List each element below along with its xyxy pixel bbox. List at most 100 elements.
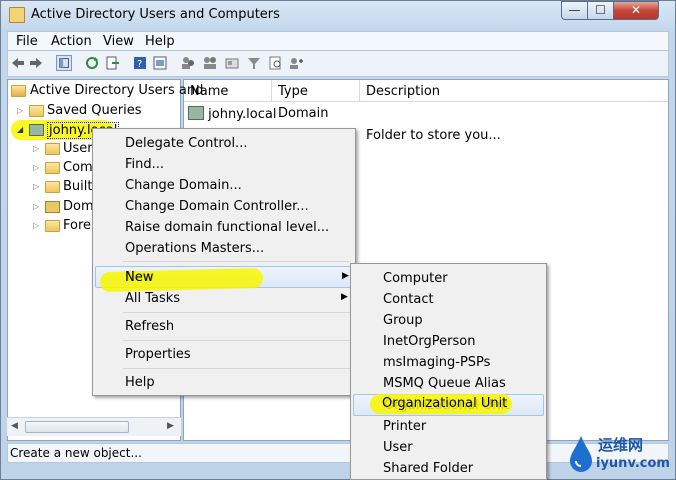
new-group-icon[interactable]	[202, 55, 218, 71]
tree-item-domain-controllers-label: Dom	[63, 199, 94, 214]
menu-item-label: Delegate Control...	[125, 136, 248, 151]
tree-horizontal-scrollbar[interactable]: ◀ ▶	[7, 417, 181, 436]
help-icon[interactable]: ?	[132, 55, 148, 71]
menu-item-find[interactable]: Find...	[95, 154, 353, 175]
expand-icon[interactable]: ▷	[17, 106, 25, 115]
ou-icon	[45, 201, 60, 213]
domain-icon	[188, 106, 204, 120]
column-type[interactable]: Type	[272, 80, 360, 102]
menu-view[interactable]: View	[103, 34, 134, 49]
expand-icon[interactable]: ▷	[33, 163, 41, 172]
toolbar: ?	[7, 51, 669, 77]
separator	[123, 261, 351, 262]
menu-item-label: Contact	[383, 292, 434, 307]
tree-item-root-label: Active Directory Users and	[30, 83, 204, 98]
folder-icon	[45, 162, 60, 174]
expand-icon[interactable]: ▷	[33, 182, 41, 191]
refresh-icon[interactable]	[84, 55, 100, 71]
menu-help[interactable]: Help	[145, 34, 175, 49]
list-cell-description: Folder to store you...	[366, 128, 501, 143]
expand-icon[interactable]: ▷	[33, 144, 41, 153]
find-icon[interactable]	[268, 55, 284, 71]
menu-item-label: Group	[383, 313, 423, 328]
context-menu: Delegate Control... Find... Change Domai…	[92, 128, 356, 396]
submenu-item-computer[interactable]: Computer	[353, 268, 544, 289]
scroll-left-icon[interactable]: ◀	[11, 421, 18, 431]
menu-item-label: InetOrgPerson	[383, 334, 476, 349]
export-list-icon[interactable]	[104, 55, 120, 71]
scroll-right-icon[interactable]: ▶	[167, 421, 174, 431]
menu-item-label: All Tasks	[125, 291, 181, 306]
list-cell-name: johny.local	[208, 107, 277, 122]
show-tree-icon[interactable]	[56, 55, 72, 71]
add-to-group-icon[interactable]	[288, 55, 304, 71]
tree-item-builtin[interactable]: ▷ Builti	[33, 178, 96, 196]
list-row-domain[interactable]: johny.local	[188, 106, 276, 122]
new-ou-icon[interactable]	[224, 55, 240, 71]
menu-item-label: Refresh	[125, 319, 175, 334]
menu-item-label: MSMQ Queue Alias	[383, 376, 506, 391]
menu-item-label: Properties	[125, 347, 191, 362]
menu-item-refresh[interactable]: Refresh	[95, 316, 353, 337]
submenu-item-msimaging[interactable]: msImaging-PSPs	[353, 352, 544, 373]
maximize-button[interactable]: ☐	[587, 1, 614, 20]
scroll-thumb[interactable]	[25, 421, 129, 433]
tree-item-saved-queries[interactable]: ▷ Saved Queries	[17, 102, 177, 120]
submenu-arrow-icon: ▶	[341, 292, 348, 302]
menu-item-label: Find...	[125, 157, 165, 172]
console-icon[interactable]	[152, 55, 168, 71]
folder-icon	[45, 220, 60, 232]
watermark-text-cn: 运维网	[598, 436, 644, 454]
menu-item-label: Raise domain functional level...	[125, 220, 330, 235]
tree-item-users[interactable]: ▷ Users	[33, 140, 99, 158]
collapse-icon[interactable]: ◢	[17, 125, 25, 134]
submenu-item-printer[interactable]: Printer	[353, 416, 544, 437]
menu-item-delegate-control[interactable]: Delegate Control...	[95, 133, 353, 154]
submenu-item-user[interactable]: User	[353, 437, 544, 458]
tree-item-domain-controllers[interactable]: ▷ Dom	[33, 198, 95, 216]
new-user-icon[interactable]	[180, 55, 196, 71]
menu-item-change-domain[interactable]: Change Domain...	[95, 175, 353, 196]
svg-text:?: ?	[137, 59, 142, 70]
column-description[interactable]: Description	[360, 80, 668, 102]
tree-item-computers[interactable]: ▷ Comp	[33, 159, 101, 177]
forward-icon[interactable]	[28, 55, 44, 71]
watermark-logo: 运维网 iyunv.com	[566, 432, 670, 476]
tree-item-saved-queries-label: Saved Queries	[47, 103, 142, 118]
menu-item-change-dc[interactable]: Change Domain Controller...	[95, 196, 353, 217]
menu-file[interactable]: File	[16, 34, 38, 49]
submenu-item-group[interactable]: Group	[353, 310, 544, 331]
menu-item-label: msImaging-PSPs	[383, 355, 491, 370]
expand-icon[interactable]: ▷	[33, 202, 41, 211]
title-bar[interactable]: Active Directory Users and Computers — ☐…	[1, 1, 676, 29]
menu-item-label: Shared Folder	[383, 461, 474, 476]
tree-item-foreign-security-label: Forei	[63, 218, 95, 233]
submenu-item-contact[interactable]: Contact	[353, 289, 544, 310]
aduc-icon	[11, 85, 26, 97]
folder-icon	[45, 143, 60, 155]
expand-icon[interactable]: ▷	[33, 221, 41, 230]
tree-item-foreign-security[interactable]: ▷ Forei	[33, 217, 95, 235]
minimize-button[interactable]: —	[561, 1, 588, 20]
drop-logo-icon	[570, 436, 592, 472]
close-button[interactable]: ✕	[613, 1, 659, 20]
filter-icon[interactable]	[246, 55, 262, 71]
menu-item-properties[interactable]: Properties	[95, 344, 353, 365]
menu-item-label: User	[383, 440, 413, 455]
menu-item-operations-masters[interactable]: Operations Masters...	[95, 238, 353, 259]
submenu-item-shared-folder[interactable]: Shared Folder	[353, 458, 544, 479]
menu-item-label: Change Domain Controller...	[125, 199, 309, 214]
app-icon	[9, 7, 25, 23]
menu-item-label: Printer	[383, 419, 427, 434]
submenu-item-inetorgperson[interactable]: InetOrgPerson	[353, 331, 544, 352]
submenu-item-ou-label: Organizational Unit	[382, 396, 508, 411]
menu-item-label: Change Domain...	[125, 178, 242, 193]
submenu-item-msmq[interactable]: MSMQ Queue Alias	[353, 373, 544, 394]
separator	[123, 312, 351, 313]
menu-action[interactable]: Action	[51, 34, 92, 49]
menu-item-raise-level[interactable]: Raise domain functional level...	[95, 217, 353, 238]
back-icon[interactable]	[10, 55, 26, 71]
menu-item-help[interactable]: Help	[95, 372, 353, 393]
watermark-text-url: iyunv.com	[596, 456, 670, 471]
tree-item-root[interactable]: Active Directory Users and	[11, 82, 203, 100]
